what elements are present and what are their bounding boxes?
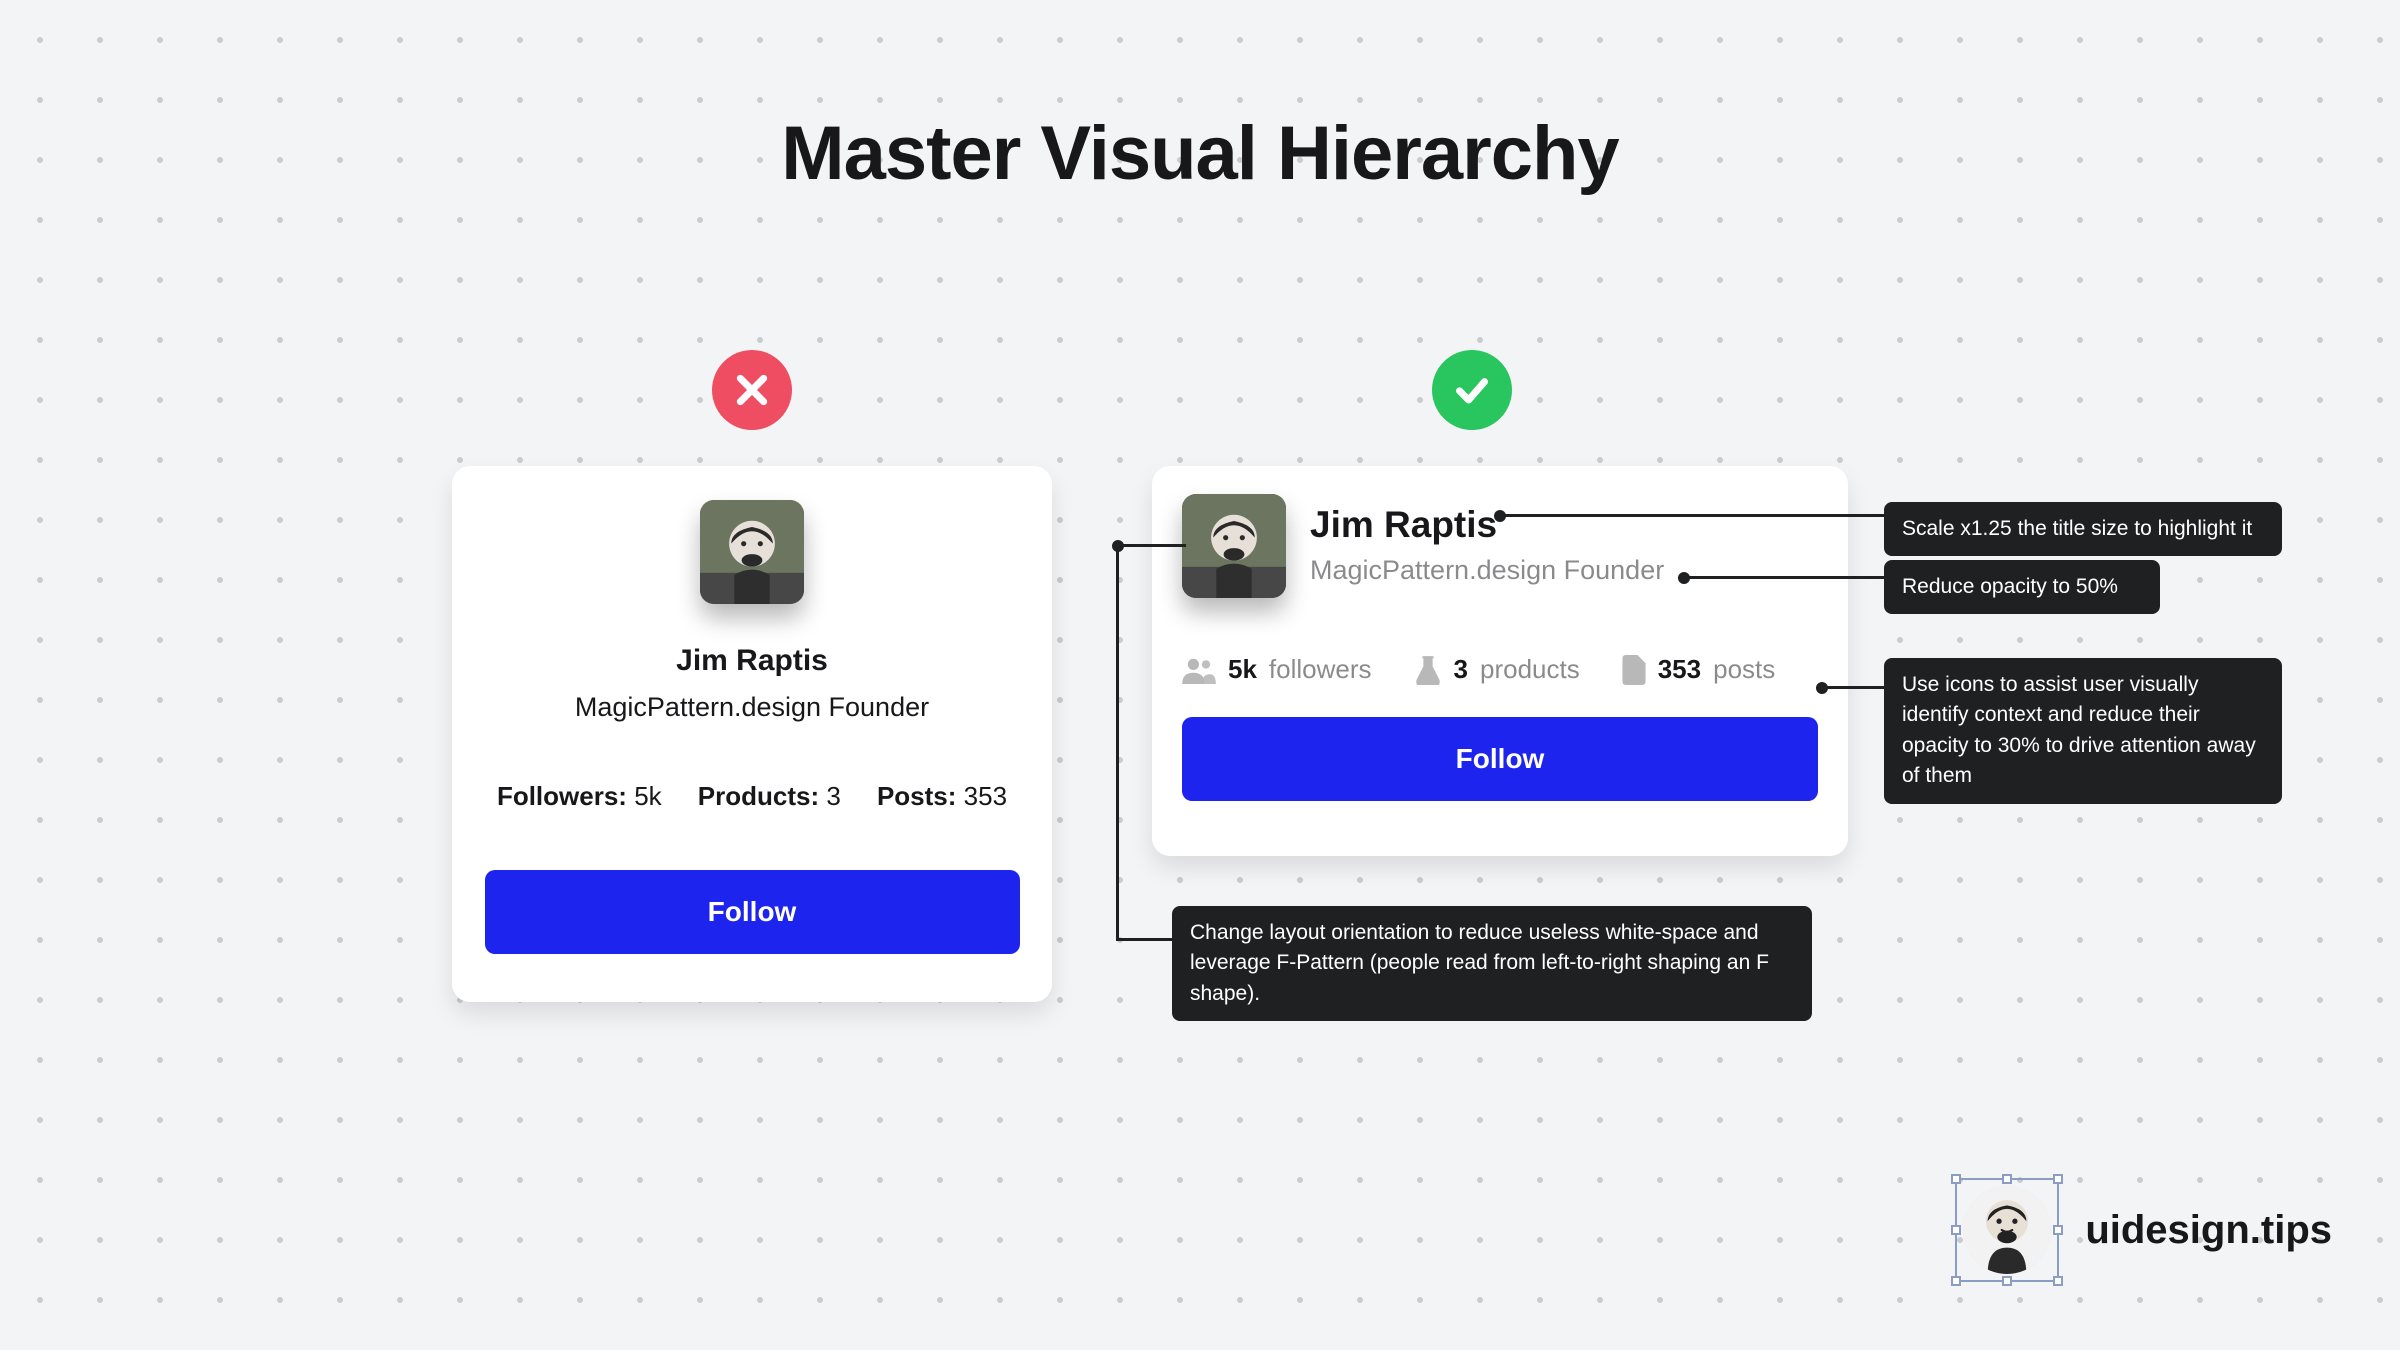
annotation-title-scale: Scale x1.25 the title size to highlight … xyxy=(1884,502,2282,556)
check-icon xyxy=(1432,350,1512,430)
annotation-layout: Change layout orientation to reduce usel… xyxy=(1172,906,1812,1021)
document-icon xyxy=(1622,655,1646,685)
avatar xyxy=(700,500,804,604)
users-icon xyxy=(1182,656,1216,684)
products-label: products xyxy=(1480,654,1580,685)
profile-card-bad: Jim Raptis MagicPattern.design Founder F… xyxy=(452,466,1052,1002)
connector-line xyxy=(1684,576,1884,579)
user-name: Jim Raptis xyxy=(1310,506,1664,543)
user-subtitle: MagicPattern.design Founder xyxy=(1310,555,1664,586)
profile-card-good: Jim Raptis MagicPattern.design Founder 5… xyxy=(1152,466,1848,856)
annotation-icons: Use icons to assist user visually identi… xyxy=(1884,658,2282,804)
posts-label: posts xyxy=(1713,654,1775,685)
brand-avatar-selection xyxy=(1955,1178,2059,1282)
products-value: 3 xyxy=(1454,654,1468,685)
brand-name: uidesign.tips xyxy=(2085,1208,2332,1253)
posts-value: 353 xyxy=(1658,654,1701,685)
connector-line xyxy=(1116,544,1119,940)
flask-icon xyxy=(1414,655,1442,685)
brand-name-light: .tips xyxy=(2250,1208,2332,1252)
followers-label: Followers: xyxy=(497,781,627,811)
stats-row: Followers: 5k Products: 3 Posts: 353 xyxy=(497,781,1007,812)
posts-value: 353 xyxy=(964,781,1007,811)
connector-line xyxy=(1822,686,1884,689)
stat-products: 3 products xyxy=(1414,654,1580,685)
products-value: 3 xyxy=(826,781,840,811)
stats-row: 5k followers 3 products 353 posts xyxy=(1182,654,1818,685)
user-name: Jim Raptis xyxy=(676,644,828,678)
user-subtitle: MagicPattern.design Founder xyxy=(575,692,929,723)
stat-followers: 5k followers xyxy=(1182,654,1372,685)
followers-label: followers xyxy=(1269,654,1372,685)
follow-button[interactable]: Follow xyxy=(1182,717,1818,801)
brand-logo: uidesign.tips xyxy=(1955,1178,2332,1282)
annotation-opacity: Reduce opacity to 50% xyxy=(1884,560,2160,614)
posts-label: Posts: xyxy=(877,781,956,811)
page-title: Master Visual Hierarchy xyxy=(781,110,1618,197)
products-label: Products: xyxy=(698,781,819,811)
brand-avatar xyxy=(1963,1186,2051,1274)
x-icon xyxy=(712,350,792,430)
followers-value: 5k xyxy=(1228,654,1257,685)
avatar xyxy=(1182,494,1286,598)
followers-value: 5k xyxy=(634,781,661,811)
connector-line xyxy=(1116,544,1186,547)
connector-line xyxy=(1116,938,1174,941)
follow-button[interactable]: Follow xyxy=(485,870,1020,954)
stat-posts: 353 posts xyxy=(1622,654,1776,685)
brand-name-bold: uidesign xyxy=(2085,1208,2249,1252)
connector-line xyxy=(1500,514,1884,517)
